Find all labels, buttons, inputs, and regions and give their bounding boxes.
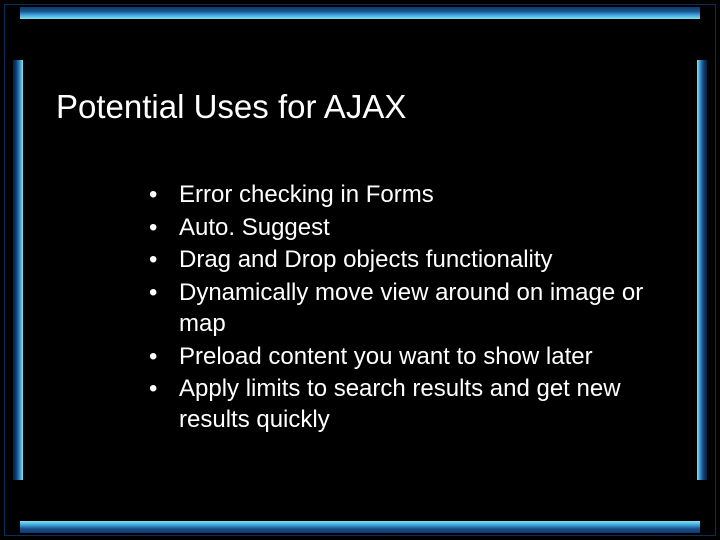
top-gradient-bar — [20, 7, 700, 19]
list-item: Auto. Suggest — [145, 213, 670, 244]
list-item: Drag and Drop objects functionality — [145, 245, 670, 276]
list-item: Preload content you want to show later — [145, 342, 670, 373]
list-item: Dynamically move view around on image or… — [145, 278, 670, 339]
list-item: Apply limits to search results and get n… — [145, 374, 670, 435]
right-gradient-bar — [697, 60, 707, 480]
bottom-gradient-bar — [20, 521, 700, 533]
left-gradient-bar — [13, 60, 23, 480]
bullet-list: Error checking in Forms Auto. Suggest Dr… — [145, 180, 670, 438]
slide-title: Potential Uses for AJAX — [56, 88, 406, 126]
list-item: Error checking in Forms — [145, 180, 670, 211]
